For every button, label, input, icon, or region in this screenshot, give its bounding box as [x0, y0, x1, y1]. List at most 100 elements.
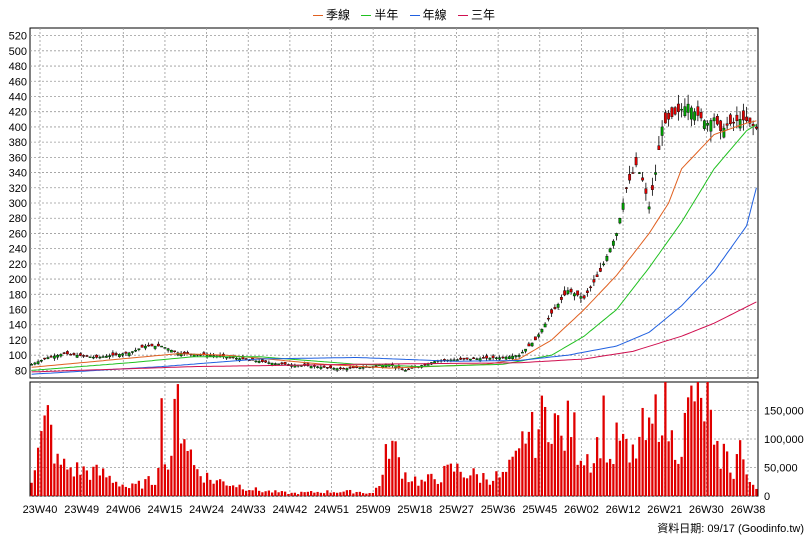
candle-body: [514, 355, 518, 358]
volume-bar: [498, 477, 501, 496]
volume-bar: [517, 448, 521, 496]
candle-body: [517, 354, 521, 357]
volume-bar: [267, 490, 271, 496]
volume-tick-label: 0: [764, 491, 770, 503]
candle-body: [537, 334, 541, 337]
volume-bar: [647, 417, 651, 496]
candle-body: [628, 173, 632, 181]
candle-body: [706, 122, 710, 126]
price-tick-label: 240: [9, 244, 27, 256]
candle-body: [598, 268, 602, 272]
volume-bar: [407, 482, 410, 496]
volume-bar: [277, 492, 280, 496]
price-tick-label: 360: [9, 152, 27, 164]
x-tick-label: 24W51: [314, 504, 349, 516]
volume-bar: [387, 458, 391, 496]
candle-body: [543, 323, 547, 328]
volume-bar: [589, 472, 592, 496]
volume-bar: [462, 477, 466, 496]
candle-body: [257, 361, 261, 363]
candle-body: [244, 358, 248, 360]
volume-bar: [566, 400, 570, 496]
candle-body: [186, 352, 190, 354]
x-tick-label: 25W18: [397, 504, 432, 516]
volume-bar: [300, 491, 303, 496]
volume-bar: [436, 483, 440, 496]
volume-bar: [157, 467, 160, 496]
volume-bar: [199, 476, 202, 496]
volume-bar: [176, 384, 180, 496]
volume-bar: [352, 493, 355, 496]
volume-bar: [287, 493, 290, 496]
candle-body: [621, 202, 625, 210]
candle-body: [143, 345, 147, 349]
price-tick-label: 320: [9, 183, 27, 195]
volume-bar: [365, 493, 368, 496]
candle-body: [624, 187, 628, 189]
volume-bar: [495, 471, 498, 496]
candle-body: [78, 353, 82, 356]
price-tick-label: 200: [9, 274, 27, 286]
candle-body: [273, 363, 277, 365]
candle-body: [455, 359, 459, 361]
volume-bar: [88, 479, 92, 496]
volume-bar: [69, 467, 72, 496]
volume-bar: [729, 472, 732, 496]
candle-body: [605, 256, 609, 261]
volume-bar: [371, 492, 375, 496]
volume-bar: [540, 395, 544, 496]
volume-bar: [283, 491, 287, 496]
candle-body: [283, 362, 287, 365]
candle-body: [595, 274, 599, 278]
volume-bar: [33, 470, 37, 496]
volume-bar: [621, 433, 625, 496]
volume-bar: [79, 474, 82, 496]
candle-body: [358, 367, 362, 369]
candle-body: [667, 112, 671, 120]
candle-body: [644, 188, 648, 194]
candle-body: [111, 352, 115, 356]
volume-bar: [274, 490, 277, 496]
volume-bar: [514, 450, 518, 496]
candle-body: [169, 349, 173, 353]
volume-bar: [521, 431, 524, 496]
volume-bar: [342, 491, 345, 496]
candle-body: [319, 366, 323, 369]
volume-bar: [657, 441, 661, 496]
candle-body: [569, 288, 573, 293]
candle-body: [153, 345, 157, 349]
candle-body: [316, 366, 320, 368]
candle-body: [637, 172, 641, 174]
volume-bar: [261, 492, 264, 496]
candle-body: [641, 177, 645, 181]
candle-body: [127, 352, 131, 356]
candle-body: [715, 116, 719, 125]
volume-bar: [553, 413, 557, 496]
candle-body: [498, 357, 502, 360]
volume-bar: [677, 463, 680, 496]
candle-body: [182, 351, 186, 354]
candle-body: [65, 351, 69, 355]
candle-body: [400, 368, 404, 371]
volume-bar: [264, 491, 267, 496]
volume-bar: [56, 453, 59, 496]
price-panel: 80 100 120 140 160 180 200 220 240 260 280 300 320 34…: [9, 27, 759, 379]
volume-bar: [693, 401, 696, 496]
candle-body: [670, 107, 674, 117]
volume-bar: [335, 492, 339, 496]
volume-bar: [355, 491, 358, 496]
volume-bar: [72, 476, 76, 496]
candle-body: [69, 353, 73, 356]
candle-body: [88, 356, 92, 358]
volume-bar: [491, 480, 495, 496]
candle-body: [124, 351, 128, 354]
volume-bar: [592, 463, 596, 496]
volume-bar: [345, 490, 349, 496]
candle-body: [459, 357, 463, 360]
x-tick-label: 25W36: [481, 504, 516, 516]
candle-body: [156, 343, 160, 347]
volume-bar: [696, 382, 700, 496]
volume-bar: [683, 412, 687, 496]
volume-bar: [209, 479, 212, 496]
volume-bar: [248, 490, 251, 496]
